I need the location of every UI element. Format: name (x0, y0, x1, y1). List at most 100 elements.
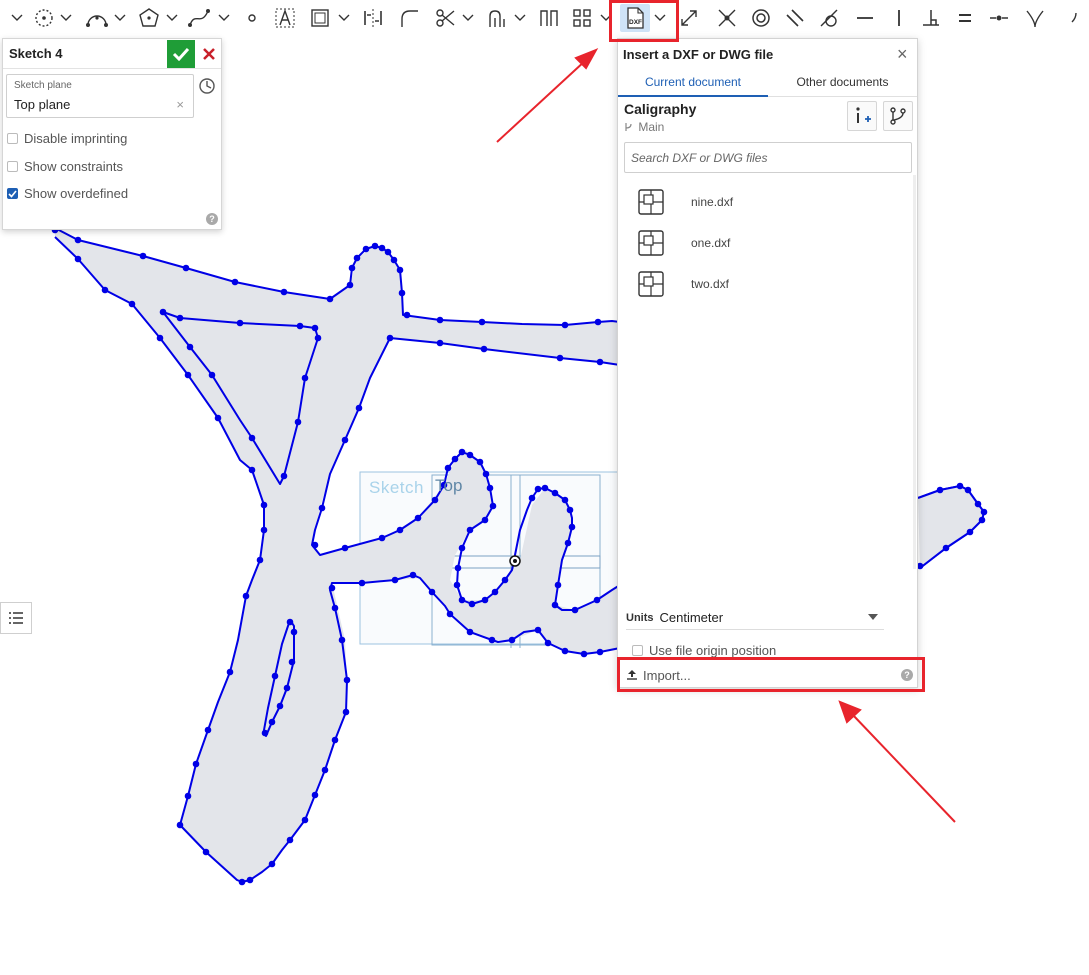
branch-graph-icon (890, 107, 906, 125)
offset-icon[interactable] (536, 4, 562, 32)
chevron-down-icon[interactable] (652, 4, 668, 32)
rectangle-tool-icon[interactable] (308, 4, 332, 32)
dxf-button-label: DXF (629, 19, 642, 26)
chevron-down-icon[interactable] (216, 4, 232, 32)
top-plane-label: Top (435, 476, 463, 495)
clear-icon[interactable]: × (176, 97, 184, 112)
close-icon[interactable]: × (897, 45, 908, 63)
import-label: Import... (643, 667, 691, 683)
coincident-icon[interactable] (714, 4, 740, 32)
perpendicular-icon[interactable] (918, 4, 944, 32)
close-icon (203, 48, 215, 60)
equal-icon[interactable] (952, 4, 978, 32)
tangent-icon[interactable] (816, 4, 842, 32)
option-label: Show constraints (24, 159, 123, 174)
tab-other-documents[interactable]: Other documents (768, 75, 917, 97)
checkbox-checked-icon[interactable] (7, 188, 18, 199)
polygon-icon[interactable] (136, 4, 162, 32)
chevron-down-icon[interactable] (512, 4, 528, 32)
arc-icon[interactable] (84, 4, 110, 32)
units-label: Units (626, 611, 654, 624)
chevron-down-icon[interactable] (164, 4, 180, 32)
branch-label: Main (624, 120, 664, 134)
feature-list-icon[interactable] (0, 602, 32, 634)
chevron-down-icon[interactable] (1066, 4, 1086, 32)
checkbox-icon[interactable] (7, 161, 18, 172)
units-select[interactable]: Units Centimeter (626, 606, 884, 630)
accept-button[interactable] (167, 40, 195, 68)
parallel-icon[interactable] (782, 4, 808, 32)
option-label: Disable imprinting (24, 131, 128, 146)
branch-icon (625, 123, 632, 131)
caret-down-icon (868, 614, 878, 620)
show-overdefined-checkbox[interactable]: Show overdefined (7, 186, 128, 201)
sketch-panel: Sketch 4 Sketch plane Top plane × Disabl… (2, 38, 222, 230)
origin-label: Use file origin position (649, 643, 777, 658)
horizontal-icon[interactable] (852, 4, 878, 32)
tab-current-document[interactable]: Current document (618, 75, 768, 97)
insert-point-button[interactable] (847, 101, 877, 131)
insert-dxf-dialog: Insert a DXF or DWG file × Current docum… (617, 38, 918, 688)
dropdown-arrow-icon[interactable] (6, 4, 28, 32)
dimension-icon[interactable] (676, 4, 702, 32)
chevron-down-icon[interactable] (112, 4, 128, 32)
file-name: nine.dxf (691, 195, 734, 209)
help-icon[interactable]: ? (206, 213, 218, 225)
version-graph-button[interactable] (883, 101, 913, 131)
app-root: DXF Sketch Top Sketch 4 Sketch plane Top… (0, 0, 1089, 975)
search-input[interactable] (625, 143, 911, 172)
concentric-icon[interactable] (748, 4, 774, 32)
sketch-title: Sketch 4 (9, 46, 63, 61)
dxf-file-icon (638, 230, 664, 256)
trim-icon[interactable] (432, 4, 458, 32)
spline-icon[interactable] (186, 4, 212, 32)
import-button[interactable]: Import... (622, 663, 917, 687)
sketch-plane-field[interactable]: Sketch plane Top plane × (6, 74, 194, 118)
upload-icon (627, 670, 637, 680)
sketch-toolbar: DXF (0, 0, 1089, 36)
option-label: Show overdefined (24, 186, 129, 201)
file-origin-checkbox[interactable]: Use file origin position (632, 643, 776, 658)
file-name: one.dxf (691, 236, 731, 250)
pattern-icon[interactable] (570, 4, 594, 32)
chevron-down-icon[interactable] (336, 4, 352, 32)
show-constraints-checkbox[interactable]: Show constraints (7, 159, 123, 174)
text-icon[interactable] (272, 4, 298, 32)
dxf-file-icon (638, 189, 664, 215)
file-item-one[interactable]: one.dxf (638, 225, 898, 261)
checkbox-icon[interactable] (7, 133, 18, 144)
normal-icon[interactable] (1022, 4, 1048, 32)
checkbox-icon[interactable] (632, 645, 643, 656)
help-icon[interactable]: ? (901, 669, 913, 681)
midpoint-icon[interactable] (986, 4, 1012, 32)
chevron-down-icon[interactable] (460, 4, 476, 32)
history-icon[interactable] (198, 77, 216, 95)
insert-dxf-icon[interactable]: DXF (620, 4, 650, 32)
disable-imprinting-checkbox[interactable]: Disable imprinting (7, 131, 127, 146)
checkmark-icon (172, 47, 190, 61)
scrollbar[interactable] (913, 175, 916, 569)
chevron-down-icon[interactable] (598, 4, 614, 32)
file-item-nine[interactable]: nine.dxf (638, 184, 898, 220)
chevron-down-icon[interactable] (58, 4, 74, 32)
file-item-two[interactable]: two.dxf (638, 266, 898, 302)
sketch-region-main (55, 228, 620, 882)
mirror-constraint-icon[interactable] (360, 4, 386, 32)
document-name: Caligraphy (624, 101, 697, 117)
fillet-icon[interactable] (396, 4, 422, 32)
point-icon[interactable] (242, 4, 262, 32)
search-field[interactable] (624, 142, 912, 173)
sketch-plane-label: Sketch (369, 478, 424, 497)
vertical-icon[interactable] (886, 4, 912, 32)
sketch-plane-value: Top plane (14, 97, 71, 112)
use-icon[interactable] (484, 4, 510, 32)
circle-icon[interactable] (32, 4, 56, 32)
insert-point-icon (856, 107, 871, 123)
cancel-button[interactable] (199, 43, 219, 65)
origin-point-icon (509, 555, 521, 567)
dialog-header: Insert a DXF or DWG file (618, 39, 917, 69)
sketch-plane-label: Sketch plane (14, 80, 72, 91)
branch-name: Main (638, 120, 665, 134)
dialog-title: Insert a DXF or DWG file (623, 46, 774, 62)
units-value: Centimeter (659, 610, 724, 625)
